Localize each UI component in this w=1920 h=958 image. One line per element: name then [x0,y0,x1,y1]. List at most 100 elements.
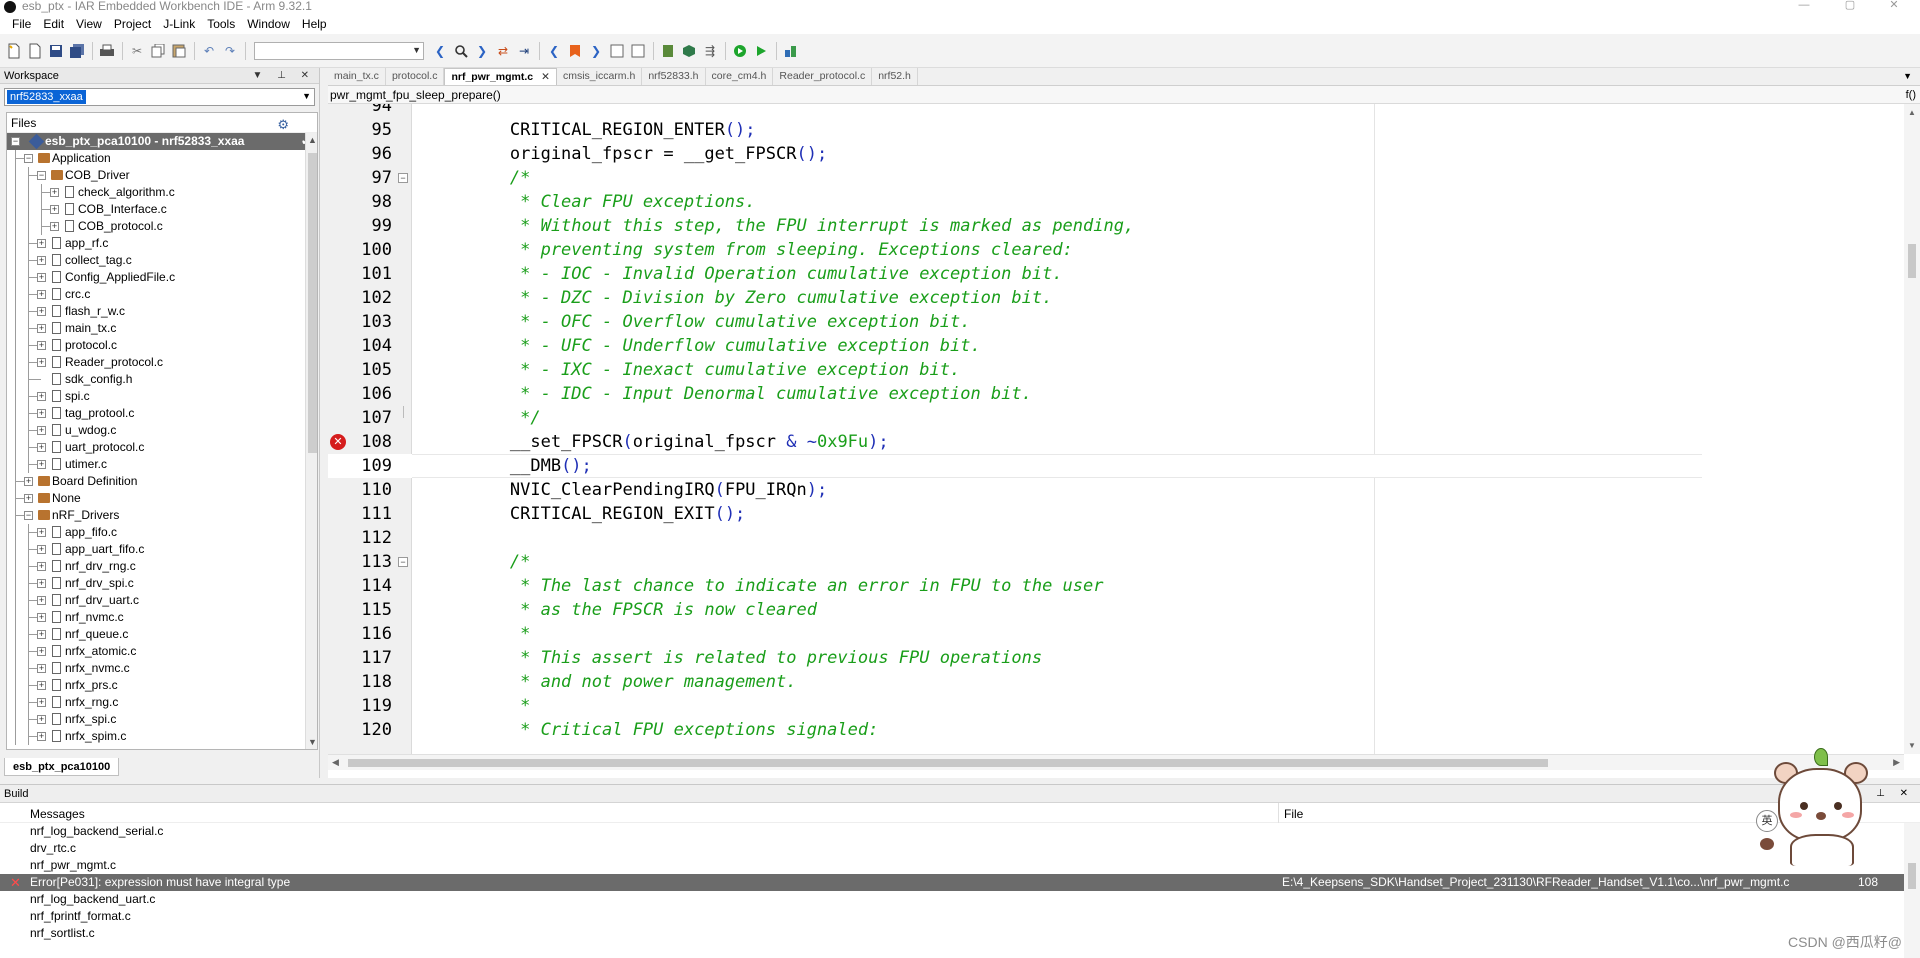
collapse-icon[interactable]: − [24,154,33,163]
expand-icon[interactable]: + [50,222,59,231]
expand-icon[interactable]: + [37,341,46,350]
build-message-row[interactable]: nrf_log_backend_uart.c [0,891,1920,908]
print-icon[interactable] [97,41,117,61]
paste-icon[interactable] [169,41,189,61]
close-window-button[interactable]: ✕ [1874,0,1914,12]
code-line[interactable]: 119 * [328,694,1904,718]
collapse-icon[interactable]: − [11,137,20,146]
menu-file[interactable]: File [6,14,37,34]
collapse-icon[interactable]: − [37,171,46,180]
tree-file[interactable]: + nrf_drv_rng.c [7,558,317,575]
tree-file[interactable]: + uart_protocol.c [7,439,317,456]
maximize-button[interactable]: ▢ [1830,0,1870,12]
build-message-row[interactable]: drv_rtc.c [0,840,1920,857]
expand-icon[interactable]: + [37,409,46,418]
tree-file[interactable]: + nrfx_spi.c [7,711,317,728]
tree-file[interactable]: + nrfx_atomic.c [7,643,317,660]
fold-icon[interactable]: − [398,557,408,567]
tree-folder[interactable]: − Application [7,150,317,167]
tree-file[interactable]: + flash_r_w.c [7,303,317,320]
scrollbar-thumb[interactable] [308,153,317,453]
build-scrollbar[interactable] [1904,823,1920,958]
menu-help[interactable]: Help [296,14,333,34]
code-line[interactable]: 106 * - IDC - Input Denormal cumulative … [328,382,1904,406]
scroll-up-icon[interactable]: ▲ [1908,108,1916,117]
download-debug-icon[interactable] [730,41,750,61]
expand-icon[interactable]: + [37,715,46,724]
tree-file[interactable]: + nrf_nvmc.c [7,609,317,626]
expand-icon[interactable]: + [37,528,46,537]
code-line[interactable]: 103 * - OFC - Overflow cumulative except… [328,310,1904,334]
compile-icon[interactable] [658,41,678,61]
scrollbar-thumb[interactable] [1908,244,1916,278]
tree-folder[interactable]: − nRF_Drivers [7,507,317,524]
scroll-up-icon[interactable]: ▲ [308,135,317,145]
tree-file[interactable]: + nrf_queue.c [7,626,317,643]
tree-file[interactable]: + u_wdog.c [7,422,317,439]
expand-icon[interactable]: + [37,647,46,656]
tree-file[interactable]: + tag_protool.c [7,405,317,422]
minimize-button[interactable]: — [1784,0,1824,12]
code-line[interactable]: 109 __DMB(); [328,454,1904,478]
tree-file[interactable]: + spi.c [7,388,317,405]
editor-horizontal-scrollbar[interactable]: ◀ ▶ [328,754,1904,770]
tabs-dropdown-icon[interactable]: ▼ [1903,71,1912,81]
editor-tab[interactable]: protocol.c [386,68,445,85]
debug-without-download-icon[interactable] [751,41,771,61]
code-line[interactable]: 96 original_fpscr = __get_FPSCR(); [328,142,1904,166]
code-editor[interactable]: 94 95 CRITICAL_REGION_ENTER(); 96 original… [328,104,1904,754]
menu-edit[interactable]: Edit [37,14,70,34]
tree-folder[interactable]: + None [7,490,317,507]
tree-file[interactable]: + utimer.c [7,456,317,473]
expand-icon[interactable]: + [37,664,46,673]
bookmark-icon[interactable] [565,41,585,61]
copy-icon[interactable] [148,41,168,61]
editor-tab[interactable]: nrf_pwr_mgmt.c ✕ [444,68,557,85]
function-list-icon[interactable]: f() [1906,86,1916,104]
tree-file[interactable]: + nrfx_prs.c [7,677,317,694]
toolbar-options-icon[interactable] [781,41,801,61]
code-line[interactable]: 101 * - IOC - Invalid Operation cumulati… [328,262,1904,286]
replace-icon[interactable]: ⇄ [493,41,513,61]
expand-icon[interactable]: + [37,290,46,299]
tree-file[interactable]: + crc.c [7,286,317,303]
build-error-row[interactable]: ✕ Error[Pe031]: expression must have inte… [0,874,1920,891]
save-icon[interactable] [46,41,66,61]
menu-tools[interactable]: Tools [201,14,241,34]
goto-icon[interactable]: ⇥ [514,41,534,61]
code-line[interactable]: 120 * Critical FPU exceptions signaled: [328,718,1904,742]
scrollbar-thumb[interactable] [348,759,1548,767]
code-line[interactable]: 112 [328,526,1904,550]
menu-j-link[interactable]: J-Link [157,14,201,34]
tree-file[interactable]: + main_tx.c [7,320,317,337]
fold-icon[interactable]: − [398,173,408,183]
editor-tab[interactable]: main_tx.c [328,68,386,85]
code-line[interactable]: 117 * This assert is related to previous… [328,646,1904,670]
tree-file[interactable]: + app_rf.c [7,235,317,252]
tree-folder[interactable]: + Board Definition [7,473,317,490]
expand-icon[interactable]: + [37,562,46,571]
scroll-right-icon[interactable]: ▶ [1893,757,1900,768]
expand-icon[interactable]: + [24,477,33,486]
gear-icon[interactable]: ⚙ [277,115,289,135]
tree-file[interactable]: + COB_Interface.c [7,201,317,218]
workspace-scrollbar[interactable]: ▲ ▼ [305,133,317,749]
expand-icon[interactable]: + [37,596,46,605]
expand-icon[interactable]: + [37,613,46,622]
navigate-forward-icon[interactable]: ❯ [586,41,606,61]
tree-file[interactable]: + nrf_drv_uart.c [7,592,317,609]
tree-file[interactable]: + nrfx_rng.c [7,694,317,711]
editor-tab[interactable]: nrf52.h [872,68,918,85]
file-column-header[interactable]: File [1284,803,1303,825]
build-message-row[interactable]: nrf_log_backend_serial.c [0,823,1920,840]
tree-file[interactable]: + Config_AppliedFile.c [7,269,317,286]
build-message-row[interactable]: nrf_fprintf_format.c [0,908,1920,925]
expand-icon[interactable]: + [37,630,46,639]
code-line[interactable]: 97− /* [328,166,1904,190]
tree-file[interactable]: + nrfx_spim.c [7,728,317,745]
error-marker-icon[interactable]: ✕ [330,434,346,450]
close-icon[interactable]: ✕ [541,71,550,83]
scroll-left-icon[interactable]: ◀ [332,757,339,768]
tree-file[interactable]: sdk_config.h [7,371,317,388]
expand-icon[interactable]: + [37,545,46,554]
